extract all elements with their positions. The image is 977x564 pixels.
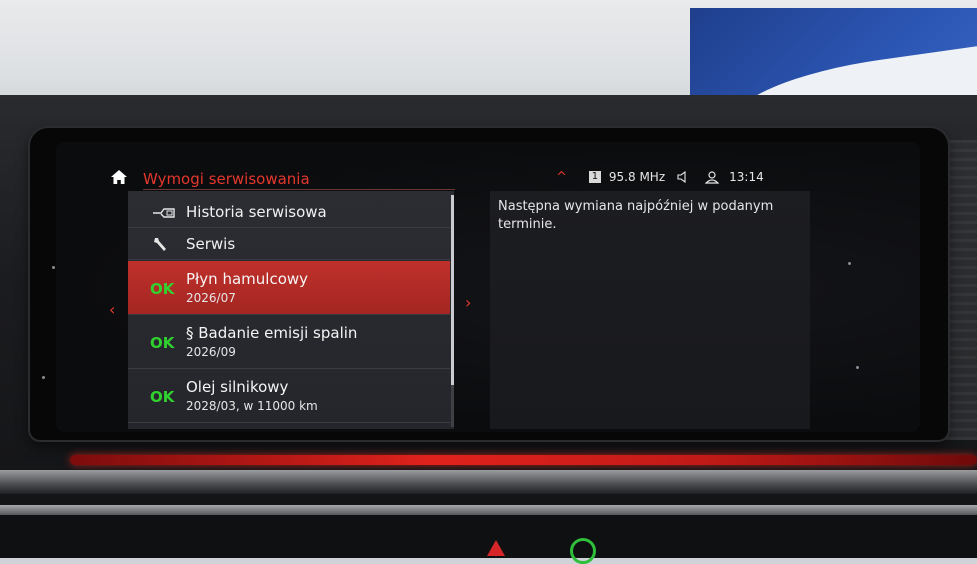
car-key-icon [153, 208, 175, 218]
ambient-light-strip [70, 455, 977, 465]
menu-item-history[interactable]: Historia serwisowa [128, 197, 450, 228]
chevron-left-icon[interactable]: ‹ [109, 300, 115, 319]
screen-dot [42, 376, 45, 379]
chevron-right-icon[interactable]: › [465, 293, 471, 312]
screen-dot [52, 266, 55, 269]
menu-item-service[interactable]: Serwis [128, 229, 450, 260]
screen-dot [856, 366, 859, 369]
service-list: Historia serwisowa Serwis OK Płyn hamulc… [128, 191, 454, 429]
status-ok-badge: OK [150, 388, 175, 406]
speaker-icon [677, 171, 686, 183]
home-icon[interactable] [111, 170, 127, 184]
chrome-trim [0, 470, 977, 494]
chevron-up-icon[interactable]: ^ [556, 170, 567, 185]
hazard-button-icon [487, 540, 505, 556]
scrollbar-thumb[interactable] [451, 195, 454, 385]
person-icon [705, 170, 720, 184]
status-bar: ^ 1 95.8 MHz 13:14 [556, 168, 764, 186]
item-name: Płyn hamulcowy [186, 270, 309, 288]
list-item[interactable]: OK Olej silnikowy 2028/03, w 11000 km [128, 369, 450, 423]
page-title: Wymogi serwisowania [143, 170, 310, 188]
list-item[interactable]: OK Płyn hamulcowy 2026/07 [128, 261, 450, 315]
chrome-trim-lower [0, 505, 977, 515]
item-date: 2026/07 [186, 291, 236, 305]
screen-dot [848, 262, 851, 265]
control-knob-icon [570, 538, 596, 564]
title-divider [143, 189, 455, 190]
item-name: Olej silnikowy [186, 378, 289, 396]
status-ok-badge: OK [150, 280, 175, 298]
item-name: § Badanie emisji spalin [186, 324, 358, 342]
item-date: 2028/03, w 11000 km [186, 399, 318, 413]
list-item[interactable]: OK § Badanie emisji spalin 2026/09 [128, 315, 450, 369]
radio-preset-badge: 1 [588, 171, 601, 183]
status-ok-badge: OK [150, 334, 175, 352]
radio-frequency: 95.8 MHz [608, 170, 666, 184]
detail-description: Następna wymiana najpóźniej w podanym te… [498, 199, 774, 232]
menu-item-label: Historia serwisowa [186, 203, 327, 221]
wrench-icon [154, 238, 166, 251]
item-date: 2026/09 [186, 345, 236, 359]
menu-item-label: Serwis [186, 235, 236, 253]
clock: 13:14 [729, 170, 764, 184]
